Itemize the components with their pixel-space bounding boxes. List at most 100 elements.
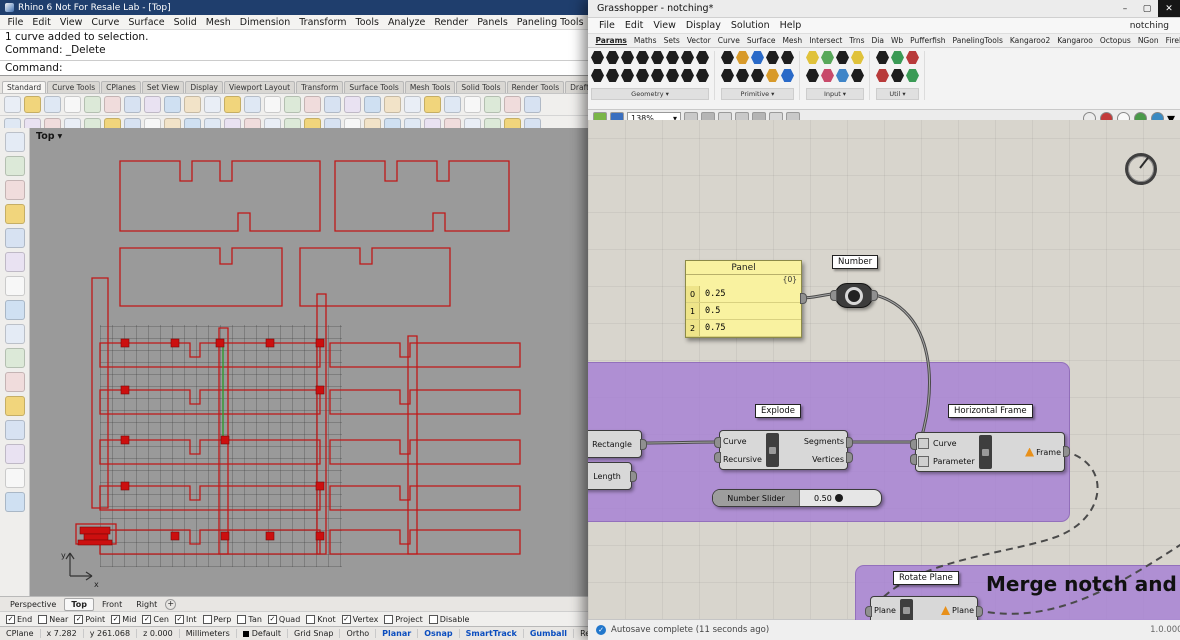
- geometry-component-icon[interactable]: [666, 69, 679, 82]
- toggle-ortho[interactable]: Ortho: [340, 629, 377, 638]
- rhino-toolbar-icon[interactable]: [144, 96, 161, 113]
- command-prompt-input[interactable]: Command:: [0, 61, 590, 76]
- osnap-disable[interactable]: Disable: [428, 615, 469, 624]
- primitive-component-icon[interactable]: [721, 69, 734, 82]
- geometry-component-icon[interactable]: [681, 69, 694, 82]
- primitive-component-icon[interactable]: [751, 51, 764, 64]
- chevron-down-icon[interactable]: ▾: [58, 131, 63, 142]
- length-component[interactable]: Length: [588, 462, 637, 490]
- input-nub[interactable]: [714, 452, 721, 463]
- input-component-icon[interactable]: [821, 51, 834, 64]
- input-nub[interactable]: [910, 439, 917, 450]
- output-frame[interactable]: Frame: [1036, 448, 1061, 457]
- rhino-toolbar-tab[interactable]: Viewport Layout: [224, 81, 296, 93]
- rhino-toolbar-tab[interactable]: Render Tools: [506, 81, 565, 93]
- osnap-perp[interactable]: Perp: [202, 615, 231, 624]
- rhino-menu-item[interactable]: View: [55, 17, 87, 28]
- rhino-toolbar-icon[interactable]: [264, 96, 281, 113]
- ribbon-group-label[interactable]: Input ▾: [806, 88, 864, 100]
- explode-component-label[interactable]: Explode: [755, 404, 801, 418]
- rhino-toolbar-icon[interactable]: [4, 96, 21, 113]
- rhino-toolbar-icon[interactable]: [324, 96, 341, 113]
- number-slider-knob[interactable]: [834, 494, 843, 502]
- geometry-component-icon[interactable]: [621, 69, 634, 82]
- ribbon-group-label[interactable]: Primitive ▾: [721, 88, 794, 100]
- input-recursive[interactable]: Recursive: [723, 455, 762, 464]
- tab-ngon[interactable]: NGon: [1134, 36, 1162, 45]
- explode-icon[interactable]: [765, 433, 779, 467]
- tab-weaverbird[interactable]: Wb: [887, 36, 906, 45]
- osnap-project[interactable]: Project: [384, 615, 423, 624]
- rhino-toolbar-icon[interactable]: [204, 96, 221, 113]
- osnap-checkbox[interactable]: ✓: [142, 615, 152, 624]
- input-curve[interactable]: Curve: [933, 439, 975, 448]
- maximize-button[interactable]: ▢: [1136, 0, 1158, 17]
- toggle-smarttrack[interactable]: SmartTrack: [460, 629, 524, 638]
- grasshopper-canvas[interactable]: Panel {0} 0 0.25 1 0.5 2 0.75 Number Rec…: [588, 120, 1180, 620]
- rhino-sidebar-icon[interactable]: [4, 252, 25, 272]
- viewport-tab-perspective[interactable]: Perspective: [4, 599, 62, 610]
- geometry-component-icon[interactable]: [651, 69, 664, 82]
- layer-button[interactable]: Default: [237, 629, 288, 638]
- util-component-icon[interactable]: [906, 69, 919, 82]
- rhino-menu-item[interactable]: Surface: [124, 17, 169, 28]
- rhino-sidebar-icon[interactable]: [4, 444, 25, 464]
- osnap-vertex[interactable]: ✓ Vertex: [341, 615, 378, 624]
- rhino-sidebar-icon[interactable]: [4, 348, 25, 368]
- rhino-toolbar-icon[interactable]: [44, 96, 61, 113]
- gh-menu-item[interactable]: View: [648, 20, 681, 31]
- tab-firefly[interactable]: FireFly: [1162, 36, 1180, 45]
- primitive-component-icon[interactable]: [736, 69, 749, 82]
- rhino-sidebar-icon[interactable]: [4, 324, 25, 344]
- tab-transform[interactable]: Trns: [846, 36, 868, 45]
- input-component-icon[interactable]: [806, 51, 819, 64]
- output-plane[interactable]: Plane: [952, 606, 974, 615]
- osnap-cen[interactable]: ✓ Cen: [142, 615, 169, 624]
- osnap-near[interactable]: Near: [38, 615, 68, 624]
- rectangle-component[interactable]: Rectangle: [588, 430, 647, 458]
- input-component-icon[interactable]: [836, 69, 849, 82]
- util-component-icon[interactable]: [876, 69, 889, 82]
- geometry-component-icon[interactable]: [696, 69, 709, 82]
- toggle-grid-snap[interactable]: Grid Snap: [288, 629, 341, 638]
- geometry-component-icon[interactable]: [606, 51, 619, 64]
- osnap-checkbox[interactable]: [306, 615, 316, 624]
- viewport-tab-right[interactable]: Right: [130, 599, 163, 610]
- toggle-gumball[interactable]: Gumball: [524, 629, 575, 638]
- primitive-component-icon[interactable]: [736, 51, 749, 64]
- tab-curve[interactable]: Curve: [714, 36, 743, 45]
- rhino-menu-item[interactable]: Curve: [87, 17, 124, 28]
- rhino-toolbar-icon[interactable]: [64, 96, 81, 113]
- panel-component[interactable]: Panel {0} 0 0.25 1 0.5 2 0.75: [685, 260, 807, 338]
- ribbon-group-label[interactable]: Util ▾: [876, 88, 919, 100]
- rhino-toolbar-icon[interactable]: [104, 96, 121, 113]
- new-viewport-tab-button[interactable]: +: [165, 599, 177, 610]
- close-button[interactable]: ✕: [1158, 0, 1180, 17]
- tab-kangaroo[interactable]: Kangaroo: [1054, 36, 1097, 45]
- viewport-tab-top[interactable]: Top: [64, 598, 94, 611]
- rhino-menu-item[interactable]: Transform: [295, 17, 351, 28]
- units-label[interactable]: Millimeters: [180, 629, 237, 638]
- rhino-menu-item[interactable]: Edit: [28, 17, 55, 28]
- viewport-tab-front[interactable]: Front: [96, 599, 128, 610]
- osnap-checkbox[interactable]: ✓: [341, 615, 351, 624]
- ribbon-group-label[interactable]: Geometry ▾: [591, 88, 709, 100]
- primitive-component-icon[interactable]: [751, 69, 764, 82]
- osnap-checkbox[interactable]: [384, 615, 394, 624]
- osnap-checkbox[interactable]: ✓: [111, 615, 121, 624]
- util-component-icon[interactable]: [891, 69, 904, 82]
- horizontal-frame-label[interactable]: Horizontal Frame: [948, 404, 1033, 418]
- rhino-toolbar-icon[interactable]: [244, 96, 261, 113]
- rhino-toolbar-icon[interactable]: [384, 96, 401, 113]
- primitive-component-icon[interactable]: [721, 51, 734, 64]
- output-nub[interactable]: [800, 293, 807, 304]
- rhino-menu-item[interactable]: Paneling Tools: [512, 17, 588, 28]
- primitive-component-icon[interactable]: [781, 69, 794, 82]
- rhino-sidebar-icon[interactable]: [4, 180, 25, 200]
- rhino-sidebar-icon[interactable]: [4, 372, 25, 392]
- geometry-component-icon[interactable]: [696, 51, 709, 64]
- osnap-checkbox[interactable]: [428, 615, 438, 624]
- output-nub[interactable]: [976, 606, 983, 617]
- osnap-mid[interactable]: ✓ Mid: [111, 615, 136, 624]
- param-state-icon[interactable]: [918, 437, 929, 449]
